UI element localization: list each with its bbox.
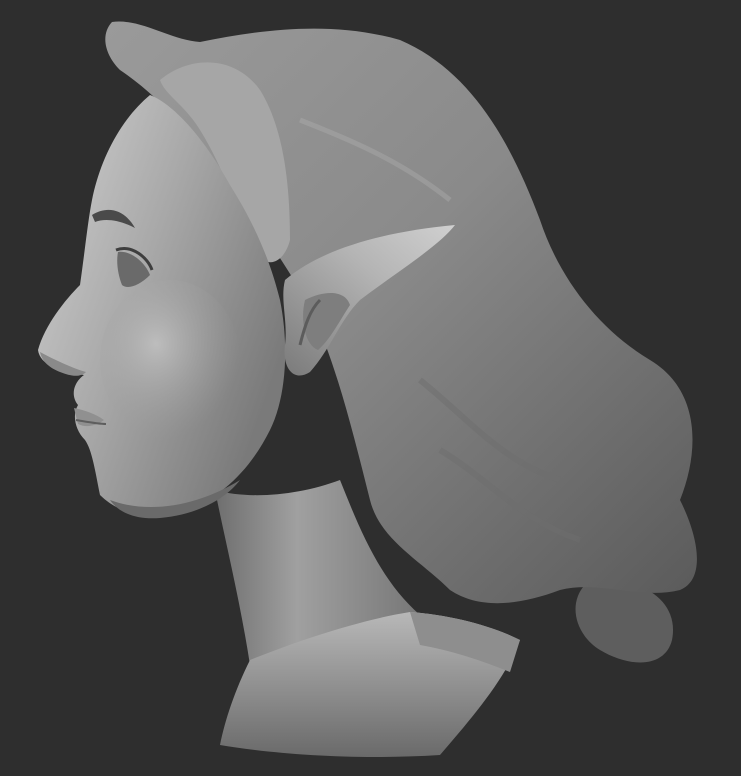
elf-bust-sculpt-icon [38,21,697,757]
sculpt-viewport[interactable] [0,0,741,776]
cheek-highlight [100,280,240,440]
